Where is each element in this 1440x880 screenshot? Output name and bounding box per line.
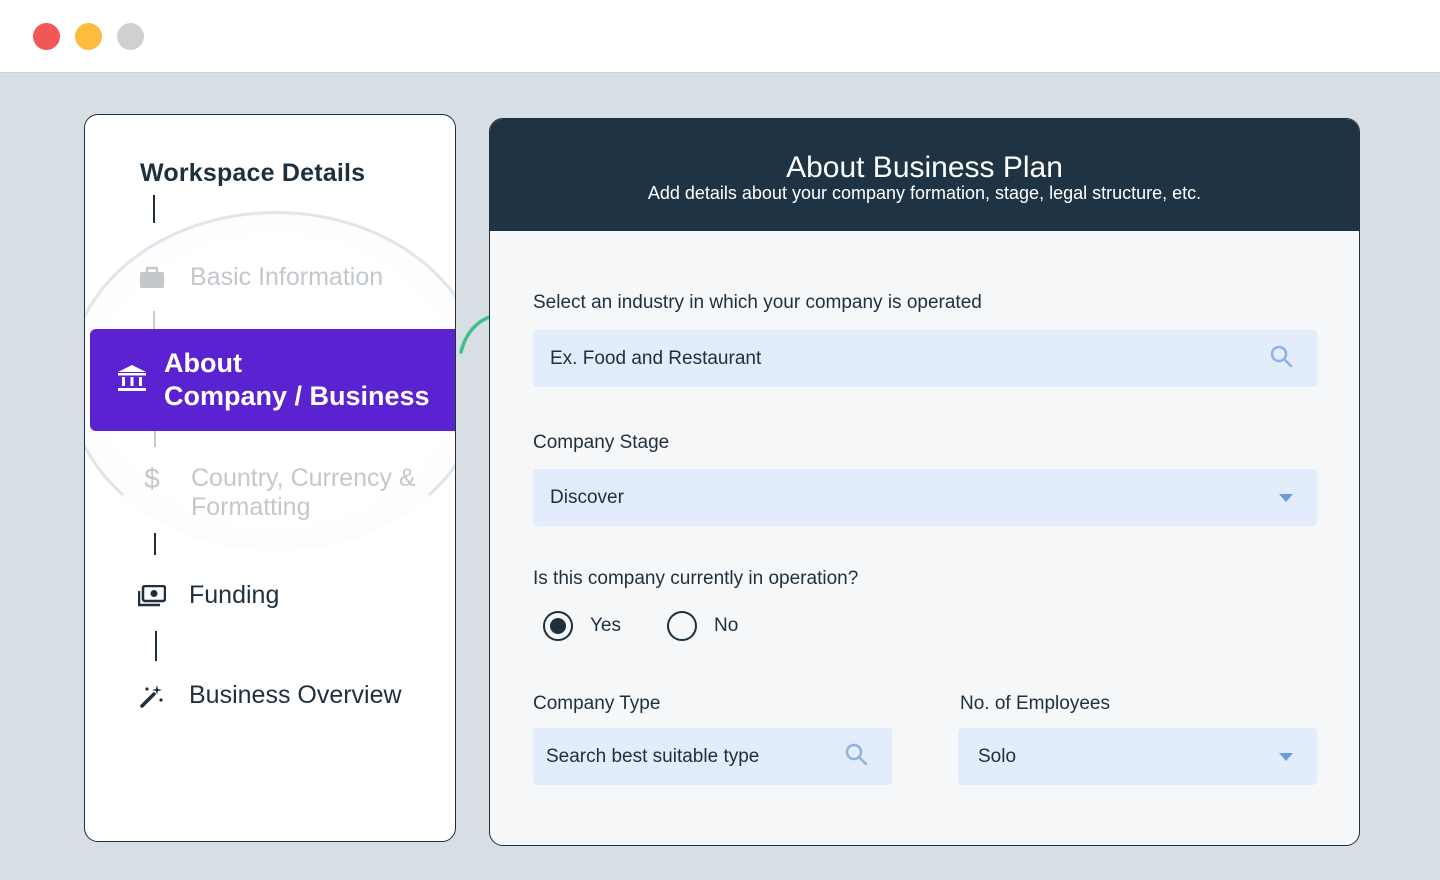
close-window-button[interactable]	[33, 23, 60, 50]
company-type-label: Company Type	[533, 693, 661, 714]
chevron-down-icon	[1279, 752, 1293, 761]
step-connector	[155, 631, 157, 661]
page-subtitle: Add details about your company formation…	[647, 183, 1202, 203]
step-label-line2: Formatting	[191, 493, 311, 521]
about-business-plan-panel: About Business Plan Add details about yo…	[489, 118, 1360, 846]
step-label: Funding	[189, 581, 280, 609]
step-connector	[154, 431, 156, 447]
page-title: About Business Plan	[786, 151, 1063, 184]
step-basic-information[interactable]: Basic Information	[137, 263, 383, 293]
step-funding[interactable]: Funding	[137, 581, 279, 611]
radio-circle	[667, 611, 697, 641]
minimize-window-button[interactable]	[75, 23, 102, 50]
industry-placeholder: Ex. Food and Restaurant	[550, 347, 762, 369]
industry-search-input[interactable]: Ex. Food and Restaurant	[533, 330, 1317, 387]
money-icon	[137, 581, 167, 611]
employees-select[interactable]: Solo	[958, 728, 1317, 785]
sidebar-title: Workspace Details	[140, 159, 366, 187]
step-label-line1: About	[164, 348, 242, 378]
step-connector	[153, 311, 155, 329]
operation-no-radio[interactable]: No	[667, 611, 738, 641]
step-country-currency[interactable]: $ Country, Currency & Formatting	[137, 463, 416, 522]
step-label: Country, Currency & Formatting	[191, 464, 416, 522]
company-type-placeholder: Search best suitable type	[546, 745, 760, 767]
step-connector	[154, 533, 156, 555]
magic-wand-icon	[137, 681, 167, 711]
operation-question-label: Is this company currently in operation?	[533, 568, 859, 589]
employees-label: No. of Employees	[960, 693, 1110, 714]
step-label-line1: Country, Currency &	[191, 464, 416, 492]
step-business-overview[interactable]: Business Overview	[137, 681, 402, 711]
step-connector	[153, 195, 155, 223]
operation-yes-radio[interactable]: Yes	[543, 611, 621, 641]
briefcase-icon	[137, 263, 167, 293]
radio-label: Yes	[590, 615, 621, 636]
radio-circle	[543, 611, 573, 641]
step-about-company[interactable]: About Company / Business	[90, 329, 455, 431]
radio-label: No	[714, 615, 739, 636]
industry-label: Select an industry in which your company…	[533, 292, 982, 313]
step-label: Business Overview	[189, 681, 402, 709]
step-label: About Company / Business	[164, 347, 430, 413]
company-stage-select[interactable]: Discover	[533, 469, 1317, 526]
step-label: Basic Information	[190, 263, 384, 291]
employees-value: Solo	[978, 745, 1017, 767]
maximize-window-button[interactable]	[117, 23, 144, 50]
step-label-line2: Company / Business	[164, 381, 430, 411]
window-titlebar	[0, 0, 1440, 73]
company-stage-value: Discover	[550, 486, 624, 508]
bank-icon	[116, 362, 150, 399]
company-stage-label: Company Stage	[533, 432, 670, 453]
dollar-icon: $	[144, 463, 160, 494]
search-icon[interactable]	[1269, 344, 1293, 374]
panel-header: About Business Plan Add details about yo…	[490, 119, 1359, 231]
company-type-search-input[interactable]: Search best suitable type	[533, 728, 892, 785]
workspace-steps-panel: Workspace Details Basic Information Abou…	[84, 114, 456, 842]
chevron-down-icon	[1279, 493, 1293, 502]
search-icon[interactable]	[844, 742, 868, 772]
